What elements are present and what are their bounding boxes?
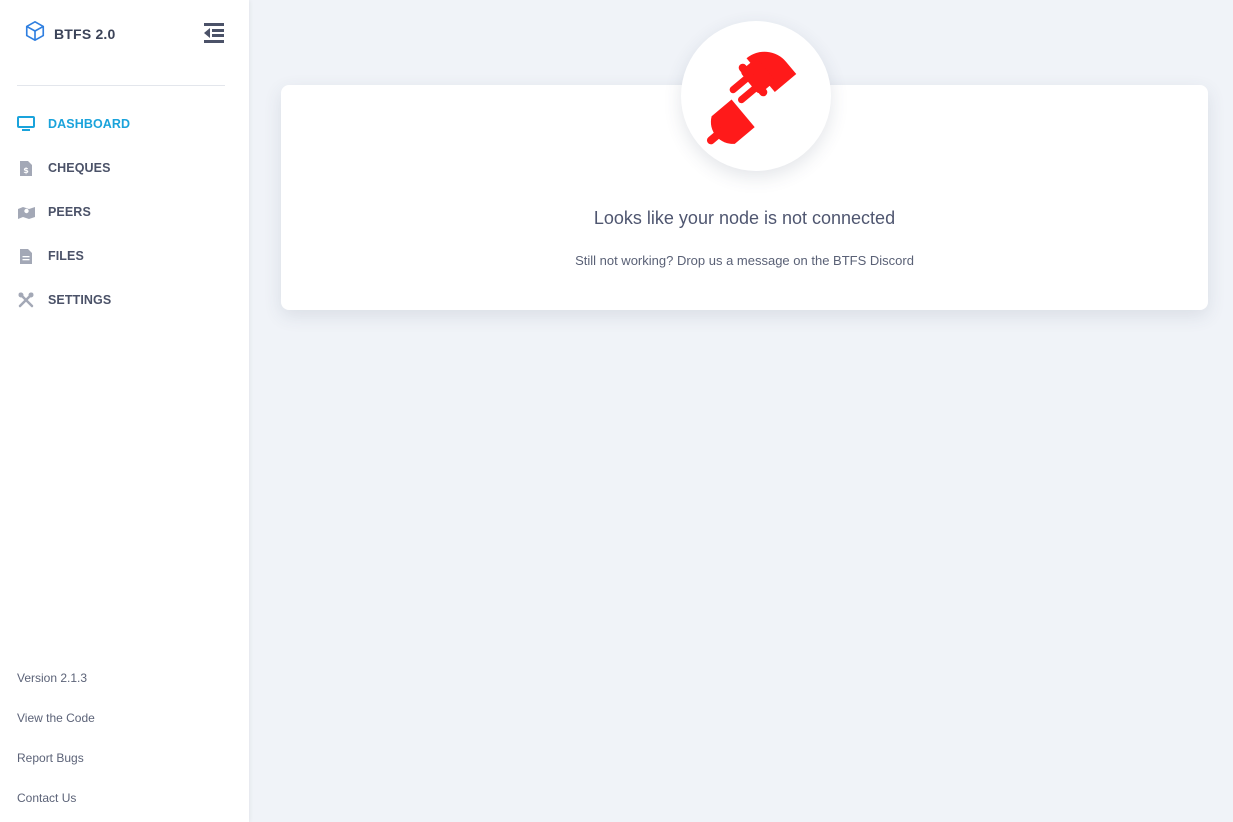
cube-icon [24, 20, 46, 47]
status-icon-circle [681, 21, 831, 171]
sidebar-divider [17, 85, 225, 86]
view-code-link[interactable]: View the Code [17, 708, 95, 748]
brand-title: BTFS 2.0 [54, 25, 116, 42]
sidebar-item-label: DASHBOARD [48, 117, 131, 131]
report-bugs-link[interactable]: Report Bugs [17, 748, 95, 788]
sidebar-item-label: SETTINGS [48, 293, 112, 307]
sidebar-footer: Version 2.1.3 View the Code Report Bugs … [17, 668, 95, 822]
sidebar: BTFS 2.0 DASHBOARD $ CHEQUES PEERS FILES… [0, 0, 249, 822]
disconnected-plug-icon [706, 51, 797, 145]
sidebar-item-peers[interactable]: PEERS [0, 190, 249, 234]
sidebar-nav: DASHBOARD $ CHEQUES PEERS FILES SETTINGS [0, 102, 249, 322]
file-icon [17, 247, 35, 265]
collapse-menu-icon [204, 23, 224, 43]
sidebar-item-label: FILES [48, 249, 84, 263]
sidebar-item-label: CHEQUES [48, 161, 111, 175]
sidebar-item-dashboard[interactable]: DASHBOARD [0, 102, 249, 146]
contact-us-link[interactable]: Contact Us [17, 788, 95, 822]
map-icon [17, 203, 35, 221]
not-connected-subtitle: Still not working? Drop us a message on … [575, 253, 914, 268]
svg-text:$: $ [23, 166, 29, 175]
collapse-sidebar-button[interactable] [203, 22, 225, 44]
tools-icon [17, 291, 35, 309]
monitor-icon [17, 115, 35, 133]
not-connected-title: Looks like your node is not connected [593, 208, 896, 228]
cheque-file-icon: $ [17, 159, 35, 177]
sidebar-item-settings[interactable]: SETTINGS [0, 278, 249, 322]
sidebar-item-cheques[interactable]: $ CHEQUES [0, 146, 249, 190]
version-label: Version 2.1.3 [17, 671, 88, 685]
sidebar-item-files[interactable]: FILES [0, 234, 249, 278]
brand[interactable]: BTFS 2.0 [24, 20, 116, 47]
sidebar-item-label: PEERS [48, 205, 91, 219]
